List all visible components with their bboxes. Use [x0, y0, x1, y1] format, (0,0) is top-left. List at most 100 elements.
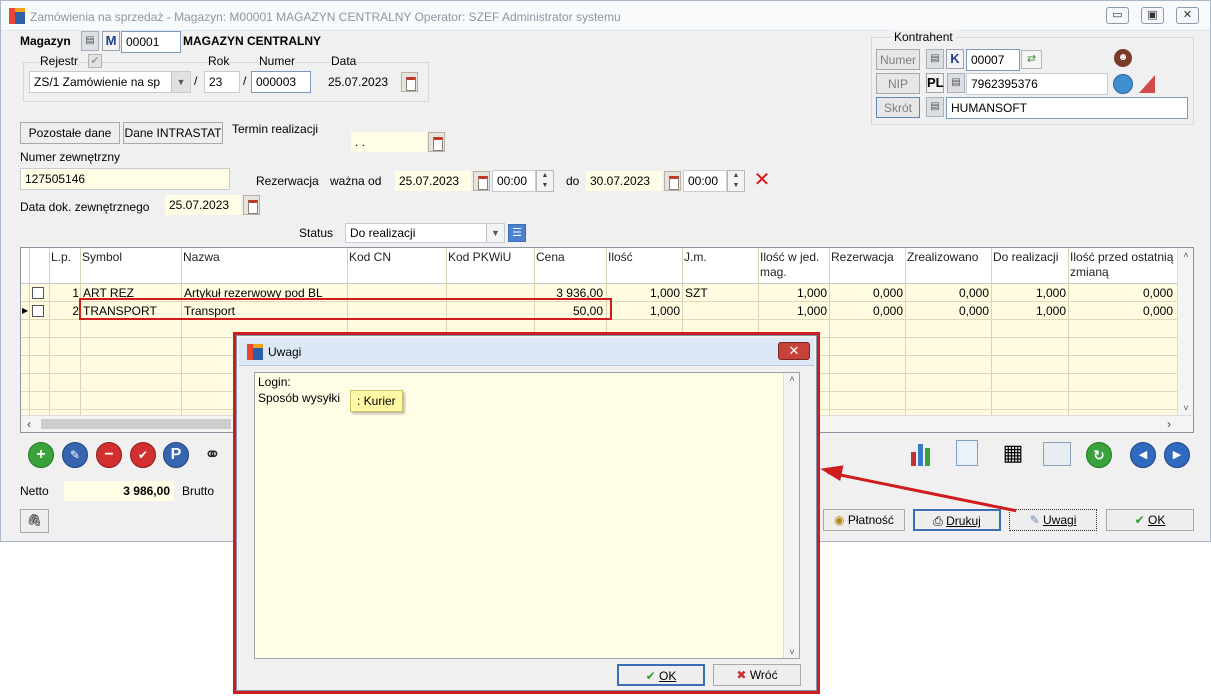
windows-icon[interactable] [1043, 442, 1071, 466]
data-label: Data [331, 54, 357, 68]
vertical-scrollbar[interactable]: ˄ ˅ [1177, 248, 1193, 415]
cell-lp: 1 [72, 286, 79, 300]
dialog-app-icon [247, 344, 263, 360]
rok-field[interactable]: 23 [204, 71, 240, 93]
separator-slash-1: / [194, 74, 198, 88]
platnosc-button[interactable]: ◉ Płatność [823, 509, 905, 531]
platnosc-label: Płatność [847, 513, 894, 527]
status-select[interactable]: Do realizacji [345, 223, 505, 243]
attachment-icon[interactable]: 🖇 [20, 509, 49, 533]
column-header-rezerwacja[interactable]: Rezerwacja [831, 250, 894, 265]
handshake-icon[interactable]: ⇄ [1021, 50, 1042, 69]
rezerwacja-do-time-field[interactable]: 00:00 [683, 170, 727, 192]
termin-calendar-icon[interactable] [428, 132, 445, 152]
delete-selected-icon[interactable]: ✔ [130, 442, 156, 468]
numer-field[interactable]: 000003 [251, 71, 311, 93]
kontrahent-skrot-field[interactable]: HUMANSOFT [946, 97, 1188, 119]
p-icon[interactable]: P [163, 442, 189, 468]
rezerwacja-od-calendar-icon[interactable] [473, 171, 490, 191]
rezerwacja-do-time-spinner[interactable]: ▲ ▼ [727, 170, 745, 192]
magazyn-label: Magazyn [20, 34, 71, 48]
tooltip-kurier: : Kurier [350, 390, 403, 412]
add-icon[interactable]: + [28, 442, 54, 468]
clear-reservation-icon[interactable]: ✕ [752, 170, 772, 190]
termin-realizacji-field[interactable]: . . [350, 131, 428, 153]
binoculars-icon[interactable]: ⚭ [204, 442, 234, 468]
minimize-button[interactable]: ▭ [1106, 7, 1129, 24]
signal-icon[interactable] [1137, 74, 1157, 94]
previous-icon[interactable]: ◀ [1130, 442, 1156, 468]
data-calendar-icon[interactable] [401, 72, 418, 92]
chart-icon[interactable] [909, 440, 933, 466]
dialog-ok-button[interactable]: ✔ OK [617, 664, 705, 686]
column-header-zrealizowano[interactable]: Zrealizowano [907, 250, 978, 265]
notes-textarea[interactable]: Login: Sposób wysyłki ˄ ˅ [254, 372, 800, 659]
cell-jm: SZT [685, 286, 708, 300]
person-icon[interactable]: ☻ [1114, 49, 1132, 67]
kontrahent-nip-field[interactable]: 7962395376 [966, 73, 1108, 95]
kontrahent-numer-field[interactable]: 00007 [966, 49, 1020, 71]
status-chevron-down-icon[interactable]: ▼ [486, 224, 504, 242]
column-header-do-realizacji[interactable]: Do realizacji [993, 250, 1058, 265]
ok-button[interactable]: ✔ OK [1106, 509, 1194, 531]
notes-scrollbar[interactable]: ˄ ˅ [783, 373, 799, 658]
magazyn-lookup-button[interactable]: ▤ [81, 31, 99, 51]
refresh-icon[interactable]: ↻ [1086, 442, 1112, 468]
cell-do-realizacji: 1,000 [1035, 286, 1066, 300]
skrot-lookup-button[interactable]: ▤ [926, 97, 944, 117]
column-header-lp[interactable]: L.p. [51, 250, 71, 265]
column-header-ilosc[interactable]: Ilość [608, 250, 633, 265]
rezerwacja-do-date-field[interactable]: 30.07.2023 [585, 170, 663, 192]
numer-zewnetrzny-field[interactable]: 127505146 [20, 168, 230, 190]
rezerwacja-od-time-field[interactable]: 00:00 [492, 170, 536, 192]
rezerwacja-od-time-spinner[interactable]: ▲ ▼ [536, 170, 554, 192]
nip-lookup-button[interactable]: ▤ [947, 73, 965, 93]
column-header-cena[interactable]: Cena [536, 250, 565, 265]
next-icon[interactable]: ▶ [1164, 442, 1190, 468]
maximize-button[interactable]: ▣ [1141, 7, 1164, 24]
kontrahent-type-letter: K [946, 49, 964, 69]
data-dok-zewnetrznego-field[interactable]: 25.07.2023 [164, 194, 242, 216]
uwagi-button[interactable]: ✎ Uwagi [1009, 509, 1097, 531]
cell-do-realizacji: 1,000 [1035, 304, 1066, 318]
dialog-ok-label: OK [659, 669, 677, 683]
dialog-title: Uwagi [268, 345, 302, 359]
rejestr-label: Rejestr [39, 54, 80, 68]
scrollbar-thumb[interactable] [41, 419, 231, 429]
rezerwacja-label: Rezerwacja [256, 174, 319, 188]
delete-icon[interactable]: − [96, 442, 122, 468]
chevron-down-icon[interactable]: ▼ [171, 72, 190, 92]
rezerwacja-do-calendar-icon[interactable] [664, 171, 681, 191]
termin-realizacji-label: Termin realizacji [232, 122, 319, 136]
column-header-symbol[interactable]: Symbol [82, 250, 122, 265]
kontrahent-skrot-button[interactable]: Skrót [876, 97, 920, 118]
kontrahent-numer-button[interactable]: Numer [876, 49, 920, 70]
data-dok-calendar-icon[interactable] [243, 195, 260, 215]
drukuj-button[interactable]: ⎙ Drukuj [913, 509, 1001, 531]
data-field[interactable]: 25.07.2023 [323, 71, 401, 93]
column-header-ilosc-przed[interactable]: Ilość przed ostatnią zmianą [1070, 250, 1176, 280]
globe-icon[interactable] [1113, 74, 1133, 94]
row-checkbox[interactable] [32, 287, 44, 299]
edit-icon[interactable]: ✎ [62, 442, 88, 468]
pozostale-dane-button[interactable]: Pozostałe dane [20, 122, 120, 144]
rejestr-select[interactable]: ZS/1 Zamówienie na sp [29, 71, 191, 93]
close-button[interactable]: ✕ [1176, 7, 1199, 24]
status-list-icon[interactable]: ☰ [508, 224, 526, 242]
column-header-jm[interactable]: J.m. [684, 250, 707, 265]
column-header-kod-cn[interactable]: Kod CN [349, 250, 391, 265]
dane-intrastat-button[interactable]: Dane INTRASTAT [123, 122, 223, 144]
kontrahent-lookup-button[interactable]: ▤ [926, 49, 944, 69]
document-icon[interactable] [956, 440, 978, 466]
kontrahent-nip-button[interactable]: NIP [876, 73, 920, 94]
dialog-cancel-button[interactable]: ✖ Wróć [713, 664, 801, 686]
column-header-ilosc-mag[interactable]: Ilość w jed. mag. [760, 250, 828, 280]
column-header-nazwa[interactable]: Nazwa [183, 250, 220, 265]
dialog-close-button[interactable]: ✕ [778, 342, 810, 360]
column-header-kod-pkwiu[interactable]: Kod PKWiU [448, 250, 511, 265]
magazyn-code-field[interactable]: 00001 [121, 31, 181, 53]
cell-zrealizowano: 0,000 [958, 286, 989, 300]
save-icon[interactable]: ▦ [1001, 440, 1025, 466]
rezerwacja-od-date-field[interactable]: 25.07.2023 [394, 170, 472, 192]
row-checkbox[interactable] [32, 305, 44, 317]
